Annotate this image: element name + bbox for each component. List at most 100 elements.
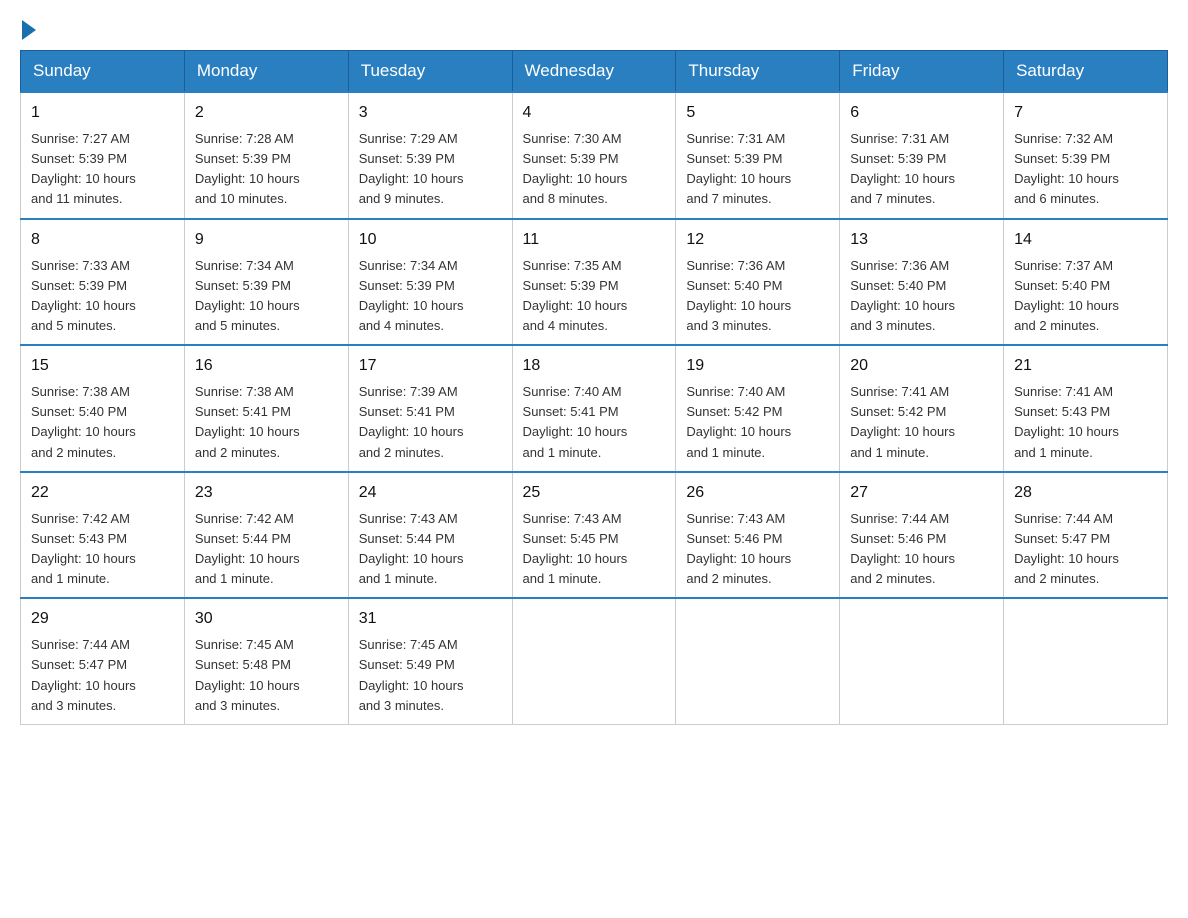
calendar-cell: 4 Sunrise: 7:30 AMSunset: 5:39 PMDaylight…: [512, 92, 676, 219]
calendar-cell: 19 Sunrise: 7:40 AMSunset: 5:42 PMDayligh…: [676, 345, 840, 472]
week-row: 8 Sunrise: 7:33 AMSunset: 5:39 PMDaylight…: [21, 219, 1168, 346]
calendar-cell: 28 Sunrise: 7:44 AMSunset: 5:47 PMDayligh…: [1004, 472, 1168, 599]
calendar-cell: 27Sunrise: 7:44 AMSunset: 5:46 PMDayligh…: [840, 472, 1004, 599]
calendar-cell: 9 Sunrise: 7:34 AMSunset: 5:39 PMDaylight…: [184, 219, 348, 346]
calendar-table: SundayMondayTuesdayWednesdayThursdayFrid…: [20, 50, 1168, 725]
day-of-week-header: Saturday: [1004, 51, 1168, 93]
day-info: Sunrise: 7:31 AMSunset: 5:39 PMDaylight:…: [686, 129, 829, 210]
day-number: 10: [359, 228, 502, 252]
day-number: 19: [686, 354, 829, 378]
day-info: Sunrise: 7:42 AMSunset: 5:43 PMDaylight:…: [31, 509, 174, 590]
day-number: 7: [1014, 101, 1157, 125]
logo: [20, 20, 36, 40]
week-row: 22 Sunrise: 7:42 AMSunset: 5:43 PMDayligh…: [21, 472, 1168, 599]
day-info: Sunrise: 7:45 AMSunset: 5:48 PMDaylight:…: [195, 635, 338, 716]
day-number: 22: [31, 481, 174, 505]
calendar-cell: 21 Sunrise: 7:41 AMSunset: 5:43 PMDayligh…: [1004, 345, 1168, 472]
day-number: 13: [850, 228, 993, 252]
day-info: Sunrise: 7:30 AMSunset: 5:39 PMDaylight:…: [523, 129, 666, 210]
day-info: Sunrise: 7:41 AMSunset: 5:43 PMDaylight:…: [1014, 382, 1157, 463]
day-number: 20: [850, 354, 993, 378]
calendar-cell: 22 Sunrise: 7:42 AMSunset: 5:43 PMDayligh…: [21, 472, 185, 599]
day-of-week-header: Friday: [840, 51, 1004, 93]
logo-blue-part: [20, 20, 36, 40]
calendar-cell: 29 Sunrise: 7:44 AMSunset: 5:47 PMDayligh…: [21, 598, 185, 724]
day-info: Sunrise: 7:41 AMSunset: 5:42 PMDaylight:…: [850, 382, 993, 463]
day-number: 14: [1014, 228, 1157, 252]
day-number: 28: [1014, 481, 1157, 505]
calendar-cell: [1004, 598, 1168, 724]
day-number: 4: [523, 101, 666, 125]
day-info: Sunrise: 7:34 AMSunset: 5:39 PMDaylight:…: [195, 256, 338, 337]
day-number: 30: [195, 607, 338, 631]
day-info: Sunrise: 7:36 AMSunset: 5:40 PMDaylight:…: [850, 256, 993, 337]
week-row: 15Sunrise: 7:38 AMSunset: 5:40 PMDayligh…: [21, 345, 1168, 472]
day-number: 18: [523, 354, 666, 378]
day-number: 29: [31, 607, 174, 631]
day-number: 3: [359, 101, 502, 125]
day-number: 8: [31, 228, 174, 252]
day-info: Sunrise: 7:37 AMSunset: 5:40 PMDaylight:…: [1014, 256, 1157, 337]
calendar-cell: 26 Sunrise: 7:43 AMSunset: 5:46 PMDayligh…: [676, 472, 840, 599]
calendar-cell: 2 Sunrise: 7:28 AMSunset: 5:39 PMDaylight…: [184, 92, 348, 219]
day-info: Sunrise: 7:33 AMSunset: 5:39 PMDaylight:…: [31, 256, 174, 337]
day-number: 26: [686, 481, 829, 505]
calendar-cell: 10Sunrise: 7:34 AMSunset: 5:39 PMDayligh…: [348, 219, 512, 346]
calendar-cell: 20 Sunrise: 7:41 AMSunset: 5:42 PMDayligh…: [840, 345, 1004, 472]
day-of-week-header: Wednesday: [512, 51, 676, 93]
day-info: Sunrise: 7:35 AMSunset: 5:39 PMDaylight:…: [523, 256, 666, 337]
day-number: 9: [195, 228, 338, 252]
calendar-cell: 14 Sunrise: 7:37 AMSunset: 5:40 PMDayligh…: [1004, 219, 1168, 346]
calendar-cell: 7 Sunrise: 7:32 AMSunset: 5:39 PMDaylight…: [1004, 92, 1168, 219]
day-info: Sunrise: 7:38 AMSunset: 5:41 PMDaylight:…: [195, 382, 338, 463]
day-number: 1: [31, 101, 174, 125]
day-of-week-header: Sunday: [21, 51, 185, 93]
calendar-cell: 30 Sunrise: 7:45 AMSunset: 5:48 PMDayligh…: [184, 598, 348, 724]
day-number: 16: [195, 354, 338, 378]
calendar-cell: 12 Sunrise: 7:36 AMSunset: 5:40 PMDayligh…: [676, 219, 840, 346]
day-info: Sunrise: 7:40 AMSunset: 5:42 PMDaylight:…: [686, 382, 829, 463]
day-number: 23: [195, 481, 338, 505]
calendar-cell: [676, 598, 840, 724]
calendar-cell: 11Sunrise: 7:35 AMSunset: 5:39 PMDayligh…: [512, 219, 676, 346]
page-header: [20, 20, 1168, 40]
calendar-cell: [840, 598, 1004, 724]
day-info: Sunrise: 7:44 AMSunset: 5:47 PMDaylight:…: [1014, 509, 1157, 590]
calendar-cell: 5 Sunrise: 7:31 AMSunset: 5:39 PMDaylight…: [676, 92, 840, 219]
calendar-cell: 16 Sunrise: 7:38 AMSunset: 5:41 PMDayligh…: [184, 345, 348, 472]
day-number: 31: [359, 607, 502, 631]
calendar-cell: 1 Sunrise: 7:27 AMSunset: 5:39 PMDaylight…: [21, 92, 185, 219]
day-number: 12: [686, 228, 829, 252]
calendar-cell: 3Sunrise: 7:29 AMSunset: 5:39 PMDaylight…: [348, 92, 512, 219]
calendar-cell: 23 Sunrise: 7:42 AMSunset: 5:44 PMDayligh…: [184, 472, 348, 599]
day-number: 17: [359, 354, 502, 378]
day-info: Sunrise: 7:36 AMSunset: 5:40 PMDaylight:…: [686, 256, 829, 337]
day-info: Sunrise: 7:39 AMSunset: 5:41 PMDaylight:…: [359, 382, 502, 463]
week-row: 29 Sunrise: 7:44 AMSunset: 5:47 PMDayligh…: [21, 598, 1168, 724]
day-of-week-header: Monday: [184, 51, 348, 93]
calendar-header-row: SundayMondayTuesdayWednesdayThursdayFrid…: [21, 51, 1168, 93]
calendar-cell: 25 Sunrise: 7:43 AMSunset: 5:45 PMDayligh…: [512, 472, 676, 599]
day-info: Sunrise: 7:42 AMSunset: 5:44 PMDaylight:…: [195, 509, 338, 590]
day-info: Sunrise: 7:27 AMSunset: 5:39 PMDaylight:…: [31, 129, 174, 210]
calendar-cell: 6Sunrise: 7:31 AMSunset: 5:39 PMDaylight…: [840, 92, 1004, 219]
calendar-cell: 31 Sunrise: 7:45 AMSunset: 5:49 PMDayligh…: [348, 598, 512, 724]
day-info: Sunrise: 7:28 AMSunset: 5:39 PMDaylight:…: [195, 129, 338, 210]
day-info: Sunrise: 7:40 AMSunset: 5:41 PMDaylight:…: [523, 382, 666, 463]
day-info: Sunrise: 7:43 AMSunset: 5:45 PMDaylight:…: [523, 509, 666, 590]
day-info: Sunrise: 7:43 AMSunset: 5:46 PMDaylight:…: [686, 509, 829, 590]
day-number: 24: [359, 481, 502, 505]
logo-arrow-icon: [22, 20, 36, 40]
day-info: Sunrise: 7:44 AMSunset: 5:47 PMDaylight:…: [31, 635, 174, 716]
day-info: Sunrise: 7:45 AMSunset: 5:49 PMDaylight:…: [359, 635, 502, 716]
day-info: Sunrise: 7:31 AMSunset: 5:39 PMDaylight:…: [850, 129, 993, 210]
day-number: 25: [523, 481, 666, 505]
calendar-cell: [512, 598, 676, 724]
day-info: Sunrise: 7:38 AMSunset: 5:40 PMDaylight:…: [31, 382, 174, 463]
day-number: 21: [1014, 354, 1157, 378]
day-info: Sunrise: 7:32 AMSunset: 5:39 PMDaylight:…: [1014, 129, 1157, 210]
day-number: 2: [195, 101, 338, 125]
calendar-cell: 17 Sunrise: 7:39 AMSunset: 5:41 PMDayligh…: [348, 345, 512, 472]
calendar-cell: 13 Sunrise: 7:36 AMSunset: 5:40 PMDayligh…: [840, 219, 1004, 346]
day-number: 5: [686, 101, 829, 125]
